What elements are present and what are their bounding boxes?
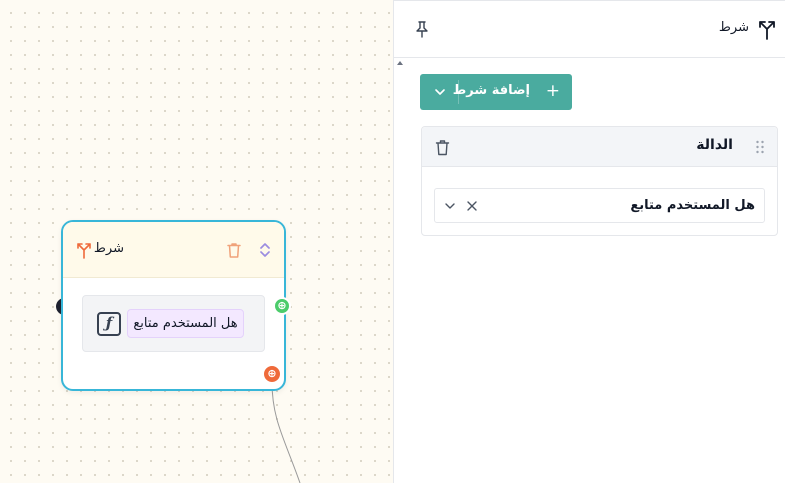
properties-panel: شرط + إضافة شرط الدالة هل المستخدم متابع <box>393 0 785 483</box>
panel-title: شرط <box>718 20 749 35</box>
condition-card: الدالة هل المستخدم متابع <box>421 126 778 236</box>
split-icon <box>77 243 91 259</box>
node-title: شرط <box>93 241 124 256</box>
trash-icon[interactable] <box>435 139 450 156</box>
flow-canvas[interactable]: شرط ƒ هل المستخدم متابع ⊕ ⊕ <box>0 0 394 483</box>
function-chip[interactable]: هل المستخدم متابع <box>127 309 244 338</box>
add-condition-button[interactable]: + إضافة شرط <box>420 74 572 110</box>
false-output-handle[interactable]: ⊕ <box>262 364 282 384</box>
true-output-handle[interactable]: ⊕ <box>273 297 291 315</box>
condition-node[interactable]: شرط ƒ هل المستخدم متابع <box>61 220 286 391</box>
drag-handle-icon[interactable] <box>755 140 765 154</box>
function-select-value: هل المستخدم متابع <box>630 198 755 213</box>
condition-card-header: الدالة <box>422 127 777 167</box>
node-condition-row[interactable]: ƒ هل المستخدم متابع <box>82 295 265 352</box>
pin-icon[interactable] <box>414 20 430 38</box>
node-header: شرط <box>63 222 284 278</box>
chevron-down-icon[interactable] <box>434 86 446 98</box>
function-select[interactable]: هل المستخدم متابع <box>434 188 765 223</box>
plus-icon: + <box>545 81 560 101</box>
scroll-up-arrow[interactable] <box>397 61 403 65</box>
function-icon: ƒ <box>97 312 121 336</box>
split-icon <box>759 21 775 40</box>
add-condition-label: إضافة شرط <box>452 83 530 98</box>
button-divider <box>458 80 459 104</box>
panel-header: شرط <box>394 1 785 58</box>
expand-icon[interactable] <box>258 241 272 259</box>
close-icon[interactable] <box>465 199 479 213</box>
condition-card-title: الدالة <box>696 137 733 153</box>
chevron-down-icon[interactable] <box>444 200 456 212</box>
trash-icon[interactable] <box>225 241 243 259</box>
